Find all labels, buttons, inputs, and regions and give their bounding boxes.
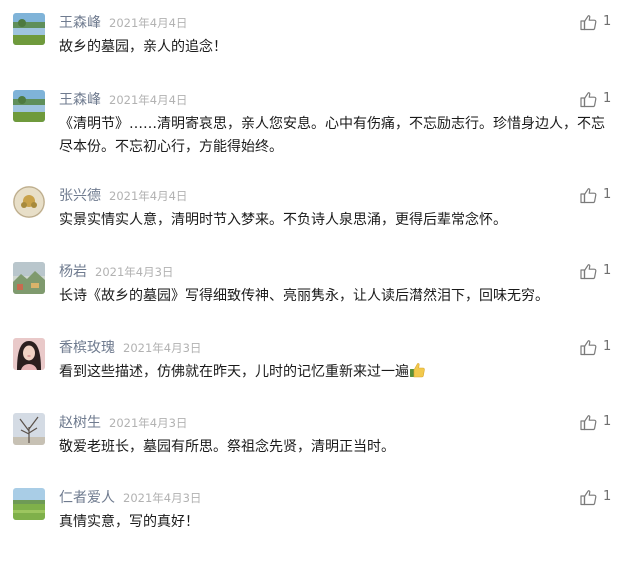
avatar[interactable] [13, 413, 45, 445]
comment-text: 实景实情实人意，清明时节入梦来。不负诗人泉思涌，更得后辈常念怀。 [59, 212, 507, 228]
like-button[interactable]: 1 [580, 89, 611, 109]
comment-meta: 王森峰 2021年4月4日 [59, 90, 187, 108]
comment-meta: 赵树生 2021年4月3日 [59, 413, 187, 431]
like-button[interactable]: 1 [580, 412, 611, 432]
commenter-name[interactable]: 仁者爱人 [59, 490, 115, 506]
comment-text-content: 看到这些描述，仿佛就在昨天，儿时的记忆重新来过一遍 [59, 364, 409, 380]
like-count: 1 [603, 91, 612, 106]
thumbs-up-icon [580, 187, 597, 203]
comment-date: 2021年4月3日 [123, 341, 202, 355]
commenter-name[interactable]: 张兴德 [59, 188, 101, 204]
comment-text: 敬爱老班长，墓园有所思。祭祖念先贤，清明正当时。 [59, 439, 395, 455]
like-count: 1 [603, 187, 612, 202]
like-count: 1 [603, 339, 612, 354]
avatar[interactable] [13, 262, 45, 294]
thumbs-up-icon [580, 339, 597, 355]
like-count: 1 [603, 489, 612, 504]
comment-meta: 仁者爱人 2021年4月3日 [59, 488, 201, 506]
comment-date: 2021年4月4日 [109, 189, 188, 203]
comment-text: 真情实意，写的真好！ [59, 514, 199, 530]
comment-meta: 香槟玫瑰 2021年4月3日 [59, 338, 201, 356]
avatar[interactable] [13, 186, 45, 218]
thumbs-up-icon [580, 489, 597, 505]
like-button[interactable]: 1 [580, 12, 611, 32]
like-button[interactable]: 1 [580, 337, 611, 357]
comment-text: 长诗《故乡的墓园》写得细致传神、亮丽隽永，让人读后潸然泪下，回味无穷。 [59, 288, 549, 304]
like-button[interactable]: 1 [580, 261, 611, 281]
comment-date: 2021年4月3日 [95, 265, 174, 279]
comment-date: 2021年4月3日 [123, 491, 202, 505]
like-count: 1 [603, 414, 612, 429]
avatar[interactable] [13, 90, 45, 122]
avatar[interactable] [13, 13, 45, 45]
comment-date: 2021年4月4日 [109, 16, 188, 30]
like-count: 1 [603, 263, 612, 278]
thumbs-up-icon [580, 91, 597, 107]
avatar[interactable] [13, 488, 45, 520]
commenter-name[interactable]: 香槟玫瑰 [59, 340, 115, 356]
comment-date: 2021年4月4日 [109, 93, 188, 107]
thumbs-up-icon [580, 414, 597, 430]
thumbs-up-icon [580, 263, 597, 279]
comment-meta: 王森峰 2021年4月4日 [59, 13, 187, 31]
comment-meta: 杨岩 2021年4月3日 [59, 262, 173, 280]
commenter-name[interactable]: 王森峰 [59, 92, 101, 108]
thumbs-up-icon [580, 14, 597, 30]
comment-text: 看到这些描述，仿佛就在昨天，儿时的记忆重新来过一遍 [59, 361, 614, 386]
commenter-name[interactable]: 杨岩 [59, 264, 87, 280]
commenter-name[interactable]: 王森峰 [59, 15, 101, 31]
avatar[interactable] [13, 338, 45, 370]
comment-date: 2021年4月3日 [109, 416, 188, 430]
like-button[interactable]: 1 [580, 487, 611, 507]
like-count: 1 [603, 14, 612, 29]
commenter-name[interactable]: 赵树生 [59, 415, 101, 431]
thumbs-up-emoji-icon [409, 362, 425, 386]
comment-meta: 张兴德 2021年4月4日 [59, 186, 187, 204]
comment-text: 《清明节》……清明寄哀思，亲人您安息。心中有伤痛，不忘励志行。珍惜身边人，不忘尽… [59, 116, 605, 155]
like-button[interactable]: 1 [580, 185, 611, 205]
comment-text: 故乡的墓园，亲人的追念！ [59, 39, 227, 55]
